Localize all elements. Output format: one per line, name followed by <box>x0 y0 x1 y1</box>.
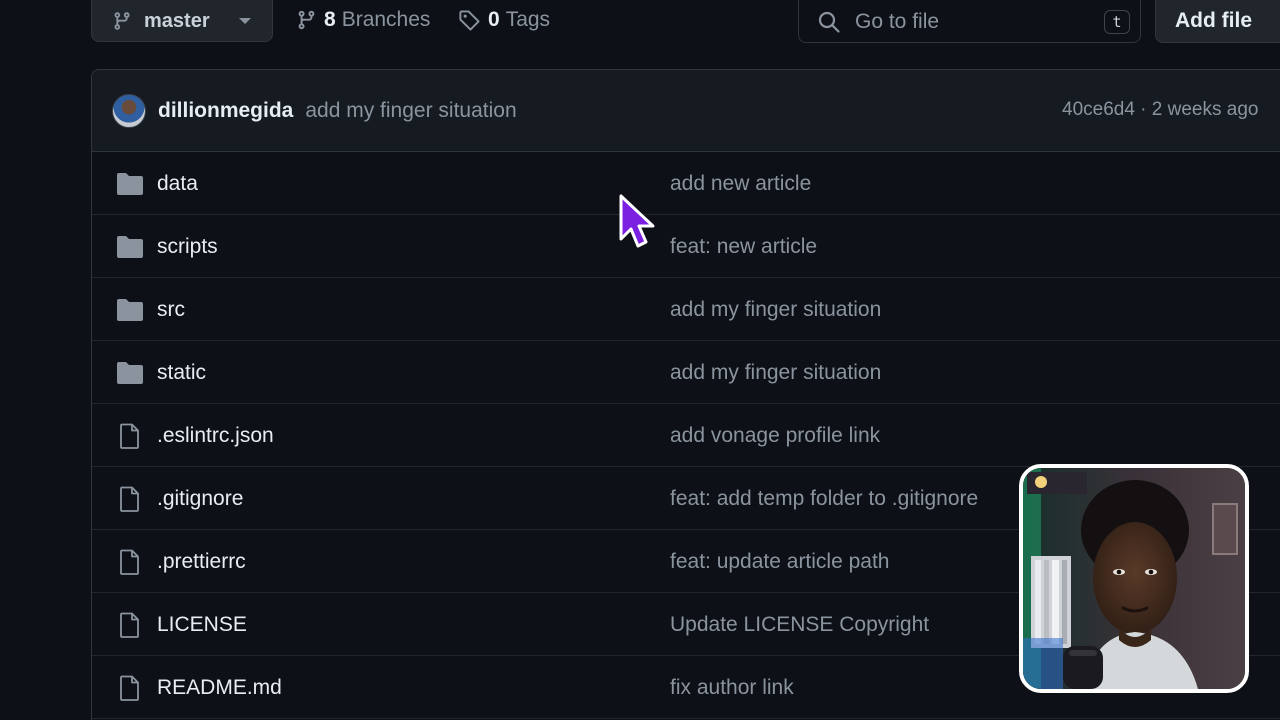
commit-author-link[interactable]: dillionmegida <box>158 99 293 123</box>
file-icon <box>120 486 139 512</box>
branch-selector-button[interactable]: master <box>91 0 273 42</box>
file-row[interactable]: scripts feat: new article <box>92 215 1280 278</box>
commit-message-link[interactable]: add my finger situation <box>670 361 881 385</box>
folder-icon <box>117 173 143 195</box>
branches-link[interactable]: 8 Branches <box>296 0 430 40</box>
folder-icon <box>117 362 143 384</box>
commit-message-link[interactable]: feat: update article path <box>670 550 890 574</box>
commit-message-link[interactable]: feat: new article <box>670 235 817 259</box>
file-row[interactable]: src add my finger situation <box>92 278 1280 341</box>
add-file-button[interactable]: Add file <box>1155 0 1280 43</box>
presenter-video-frame <box>1023 468 1245 689</box>
mouse-pointer-icon <box>619 194 655 248</box>
file-icon <box>120 423 139 449</box>
file-name-link[interactable]: LICENSE <box>157 613 247 637</box>
webcam-video-overlay <box>1019 464 1249 693</box>
tags-label: Tags <box>505 8 551 31</box>
file-icon <box>120 549 139 575</box>
file-name-link[interactable]: src <box>157 298 185 322</box>
tag-icon <box>459 9 480 31</box>
tags-link[interactable]: 0 Tags <box>458 0 550 40</box>
git-branch-icon <box>114 12 130 30</box>
file-icon <box>120 612 139 638</box>
branches-count: 8 <box>324 8 336 31</box>
go-to-file-input[interactable]: Go to file t <box>798 0 1141 43</box>
file-row[interactable]: .eslintrc.json add vonage profile link <box>92 404 1280 467</box>
file-name-link[interactable]: .gitignore <box>157 487 243 511</box>
file-row[interactable]: data add new article <box>92 152 1280 215</box>
file-name-link[interactable]: scripts <box>157 235 218 259</box>
go-to-file-placeholder: Go to file <box>855 9 940 33</box>
folder-icon <box>117 299 143 321</box>
commit-message-link[interactable]: add my finger situation <box>670 298 881 322</box>
file-name-link[interactable]: README.md <box>157 676 282 700</box>
branches-label: Branches <box>341 8 431 31</box>
triangle-down-icon <box>238 16 252 26</box>
file-name-link[interactable]: data <box>157 172 198 196</box>
commit-message-link[interactable]: Update LICENSE Copyright <box>670 613 929 637</box>
commit-message-link[interactable]: fix author link <box>670 676 794 700</box>
search-icon <box>818 11 840 33</box>
file-name-link[interactable]: .prettierrc <box>157 550 246 574</box>
latest-commit-bar: dillionmegida add my finger situation 40… <box>92 70 1280 152</box>
avatar[interactable] <box>112 93 146 128</box>
file-row[interactable]: static add my finger situation <box>92 341 1280 404</box>
git-branch-icon <box>298 10 315 30</box>
file-icon <box>120 675 139 701</box>
file-name-link[interactable]: static <box>157 361 206 385</box>
branch-name: master <box>144 9 210 32</box>
commit-sha-time[interactable]: 40ce6d4 · 2 weeks ago <box>1062 99 1258 121</box>
keyboard-shortcut-hint: t <box>1104 10 1130 34</box>
github-repo-page: master 8 Branches 0 Tags Go to file t Ad… <box>0 0 1280 720</box>
commit-message-link[interactable]: add my finger situation <box>305 99 516 123</box>
commit-message-link[interactable]: feat: add temp folder to .gitignore <box>670 487 978 511</box>
file-name-link[interactable]: .eslintrc.json <box>157 424 274 448</box>
commit-message-link[interactable]: add new article <box>670 172 811 196</box>
tags-count: 0 <box>488 8 500 31</box>
folder-icon <box>117 236 143 258</box>
commit-message-link[interactable]: add vonage profile link <box>670 424 880 448</box>
